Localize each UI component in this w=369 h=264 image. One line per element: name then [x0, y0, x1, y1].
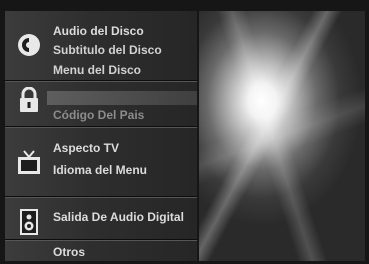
tv-icon — [17, 150, 41, 176]
menu-item-disc-subtitle[interactable]: Subtitulo del Disco — [53, 41, 162, 59]
parental-lock-group: Código Del Pais — [5, 82, 197, 126]
menu-item-digital-audio-output[interactable]: Salida De Audio Digital — [53, 208, 184, 226]
setup-menu-panel: Audio del Disco Subtitulo del Disco Menu… — [5, 11, 197, 261]
light-burst — [199, 11, 365, 261]
audio-output-group: Salida De Audio Digital — [5, 197, 197, 239]
disc-icon — [17, 33, 41, 57]
menu-item-tv-aspect[interactable]: Aspecto TV — [53, 139, 119, 157]
disc-settings-group: Audio del Disco Subtitulo del Disco Menu… — [5, 11, 197, 79]
preview-area — [199, 11, 365, 261]
menu-item-menu-language[interactable]: Idioma del Menu — [53, 161, 147, 179]
padlock-icon — [18, 87, 40, 113]
dvd-setup-screen: Audio del Disco Subtitulo del Disco Menu… — [0, 0, 369, 264]
menu-item-disc-audio[interactable]: Audio del Disco — [53, 22, 144, 40]
menu-item-disc-menu[interactable]: Menu del Disco — [53, 61, 141, 79]
selection-highlight — [47, 91, 197, 105]
tv-settings-group: Aspecto TV Idioma del Menu — [5, 128, 197, 195]
speaker-icon — [19, 208, 39, 236]
menu-item-country-code[interactable]: Código Del Pais — [53, 106, 144, 124]
menu-item-other[interactable]: Otros — [53, 243, 85, 261]
other-group: Otros — [5, 241, 197, 261]
